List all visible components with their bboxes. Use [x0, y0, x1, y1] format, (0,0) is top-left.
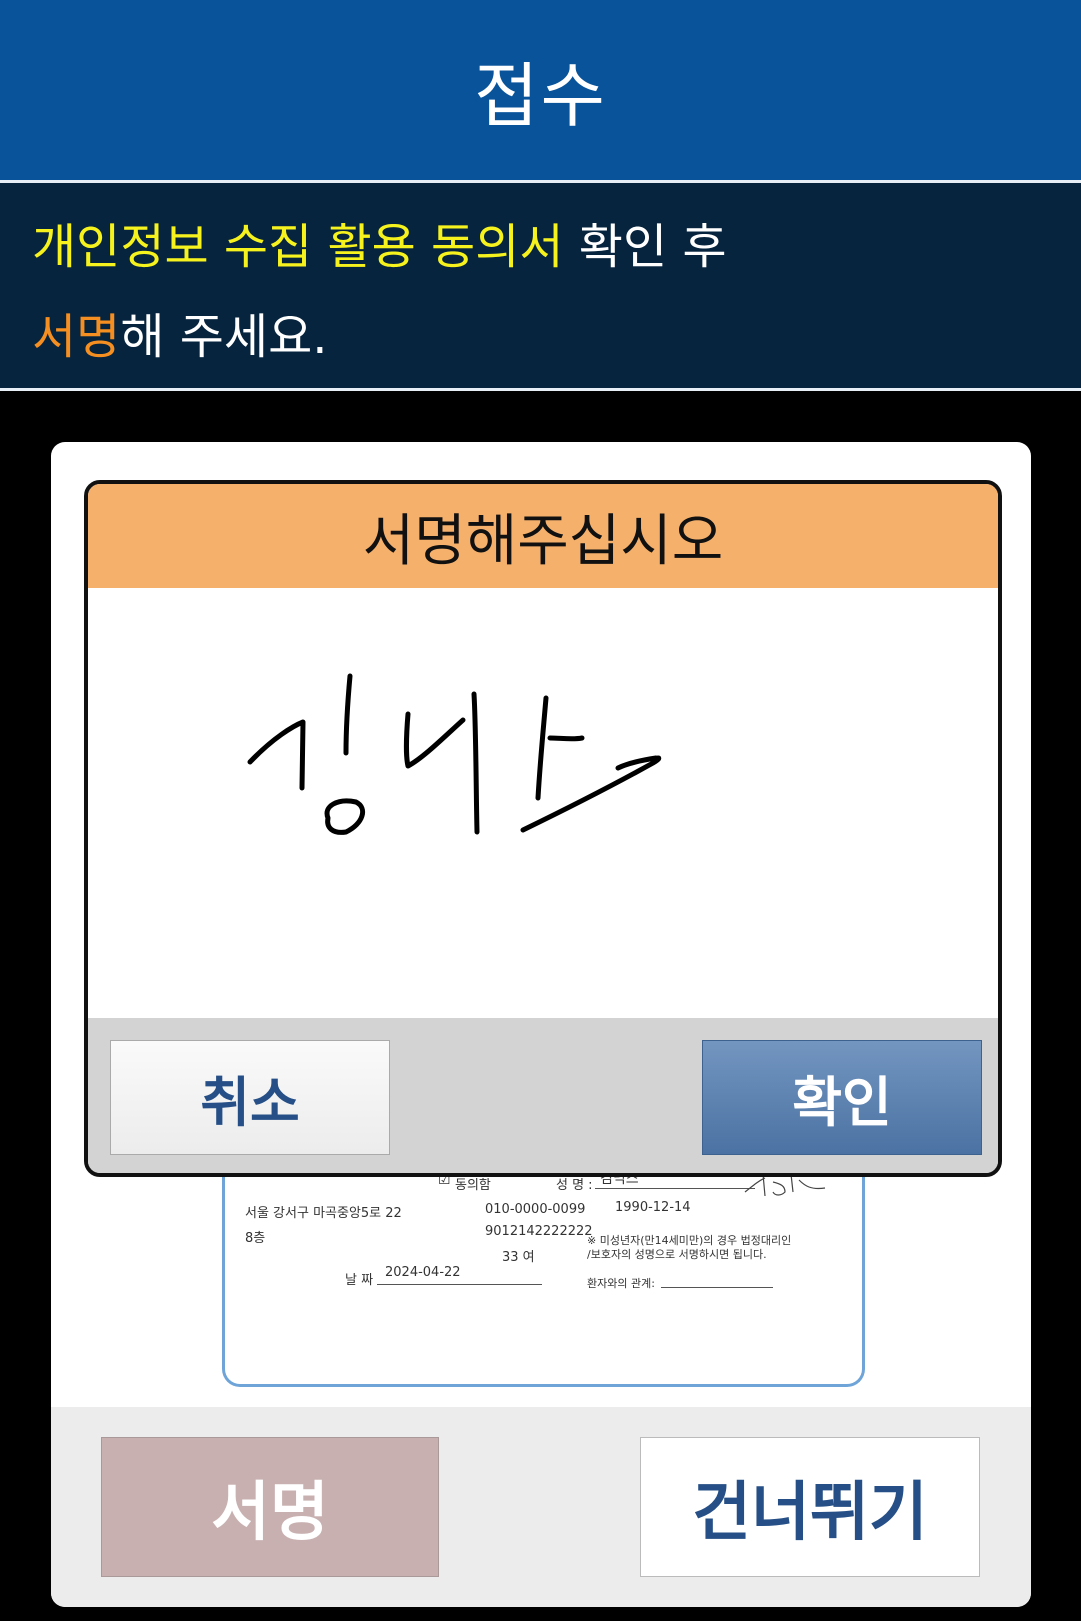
- divider: [0, 388, 1081, 391]
- skip-button[interactable]: 건너뛰기: [640, 1437, 980, 1577]
- signature-dialog: 서명해주십시오 취소 확인: [84, 480, 1002, 1177]
- instruction-text: 확인 후: [563, 219, 727, 275]
- instruction-banner: 개인정보 수집 활용 동의서 확인 후 서명해 주세요.: [0, 183, 1081, 388]
- consent-form-highlight: 개인정보 수집 활용 동의서: [32, 219, 564, 275]
- age-gender: 33 여: [502, 1250, 535, 1265]
- instruction-line-2: 서명해 주세요.: [32, 297, 327, 367]
- sign-button[interactable]: 서명: [101, 1437, 439, 1577]
- date-underline: [377, 1284, 542, 1285]
- instruction-text: 해 주세요.: [120, 309, 328, 365]
- dialog-footer: 취소 확인: [88, 1018, 998, 1173]
- signature-canvas[interactable]: [88, 588, 998, 1018]
- date-value: 2024-04-22: [385, 1265, 461, 1280]
- cancel-button[interactable]: 취소: [110, 1040, 390, 1155]
- address-line-1: 서울 강서구 마곡중앙5로 22: [245, 1206, 402, 1221]
- resident-number: 9012142222222: [485, 1224, 593, 1239]
- confirm-button[interactable]: 확인: [702, 1040, 982, 1155]
- birth-date: 1990-12-14: [615, 1200, 691, 1215]
- instruction-line-1: 개인정보 수집 활용 동의서 확인 후: [32, 207, 727, 277]
- relation-underline[interactable]: [661, 1287, 773, 1288]
- signature-stroke: [247, 673, 662, 835]
- phone-number: 010-0000-0099: [485, 1202, 586, 1217]
- minor-note-2: /보호자의 성명으로 서명하시면 됩니다.: [587, 1248, 767, 1261]
- document-signature-image: [744, 1173, 826, 1197]
- signature-highlight: 서명: [32, 309, 121, 365]
- page-title: 접수: [474, 54, 607, 137]
- app-header: 접수: [0, 0, 1081, 180]
- dialog-title: 서명해주십시오: [88, 484, 998, 588]
- date-label: 날 짜: [345, 1273, 374, 1288]
- consent-document-preview: ☑ 동의함 성 명 : 김닉스 서울 강서구 마곡중앙5로 22 8층 010-…: [222, 1162, 865, 1387]
- relation-label: 환자와의 관계:: [587, 1277, 655, 1290]
- address-line-2: 8층: [245, 1231, 266, 1246]
